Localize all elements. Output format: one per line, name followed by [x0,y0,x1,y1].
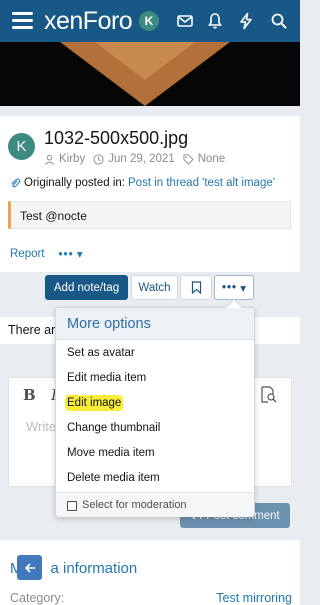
watch-button[interactable]: Watch [131,275,178,300]
site-logo[interactable]: xenForo [44,7,133,36]
author-name[interactable]: Kirby [59,153,85,165]
author-avatar[interactable]: K [8,133,35,160]
media-title: 1032-500x500.jpg [44,128,189,148]
moderation-label[interactable]: Select for moderation [82,499,187,511]
back-arrow-button[interactable] [17,555,42,580]
more-options-toggle[interactable]: ••• ▾ [214,275,254,300]
bold-button[interactable]: B [23,386,36,404]
category-label: Category: [10,591,65,605]
media-actions-row: Report ••• ▾ [10,247,83,261]
search-icon[interactable] [270,12,288,30]
menu-icon[interactable] [12,12,33,29]
arrow-left-icon [24,562,35,573]
menu-item-delete-media-item[interactable]: Delete media item [67,472,160,484]
bookmark-icon [191,281,201,294]
menu-item-set-as-avatar[interactable]: Set as avatar [67,347,135,359]
media-more-menu[interactable]: ••• ▾ [59,247,83,261]
media-description: Test @nocte [8,201,291,229]
category-value[interactable]: Test mirroring [216,591,292,605]
menu-footer: Select for moderation [56,492,254,517]
user-icon [45,154,54,165]
lightning-icon[interactable] [237,12,255,30]
tag-icon [183,153,194,165]
moderation-checkbox[interactable] [67,501,77,511]
paperclip-icon [11,178,21,187]
preview-icon[interactable] [261,386,277,403]
user-avatar[interactable]: K [139,11,159,31]
media-date[interactable]: Jun 29, 2021 [108,153,175,165]
media-details: K 1032-500x500.jpg Kirby Jun 29, 2021 No… [0,116,300,272]
posted-thread-link[interactable]: Post in thread 'test alt image' [128,177,275,189]
menu-item-edit-media-item[interactable]: Edit media item [67,372,146,384]
media-meta: Kirby Jun 29, 2021 None [44,153,225,165]
bell-icon[interactable] [206,12,224,30]
posted-prefix: Originally posted in: [24,177,125,189]
originally-posted: Originally posted in: Post in thread 'te… [10,177,275,189]
menu-item-edit-image[interactable]: Edit image [67,397,122,409]
clock-icon [93,153,104,165]
menu-header: More options [56,308,254,340]
menu-item-change-thumbnail[interactable]: Change thumbnail [67,422,160,434]
more-options-menu: More options Set as avatar Edit media it… [55,298,255,517]
app-header: xenForo K [0,0,300,42]
report-link[interactable]: Report [10,248,45,260]
envelope-icon[interactable] [176,12,194,30]
comment-placeholder: Write [26,419,57,434]
media-image[interactable] [0,42,300,106]
add-note-tag-button[interactable]: Add note/tag [45,275,128,300]
menu-title: More options [67,316,151,332]
bookmark-button[interactable] [180,275,212,300]
media-tags: None [197,153,226,165]
menu-item-move-media-item[interactable]: Move media item [67,447,155,459]
